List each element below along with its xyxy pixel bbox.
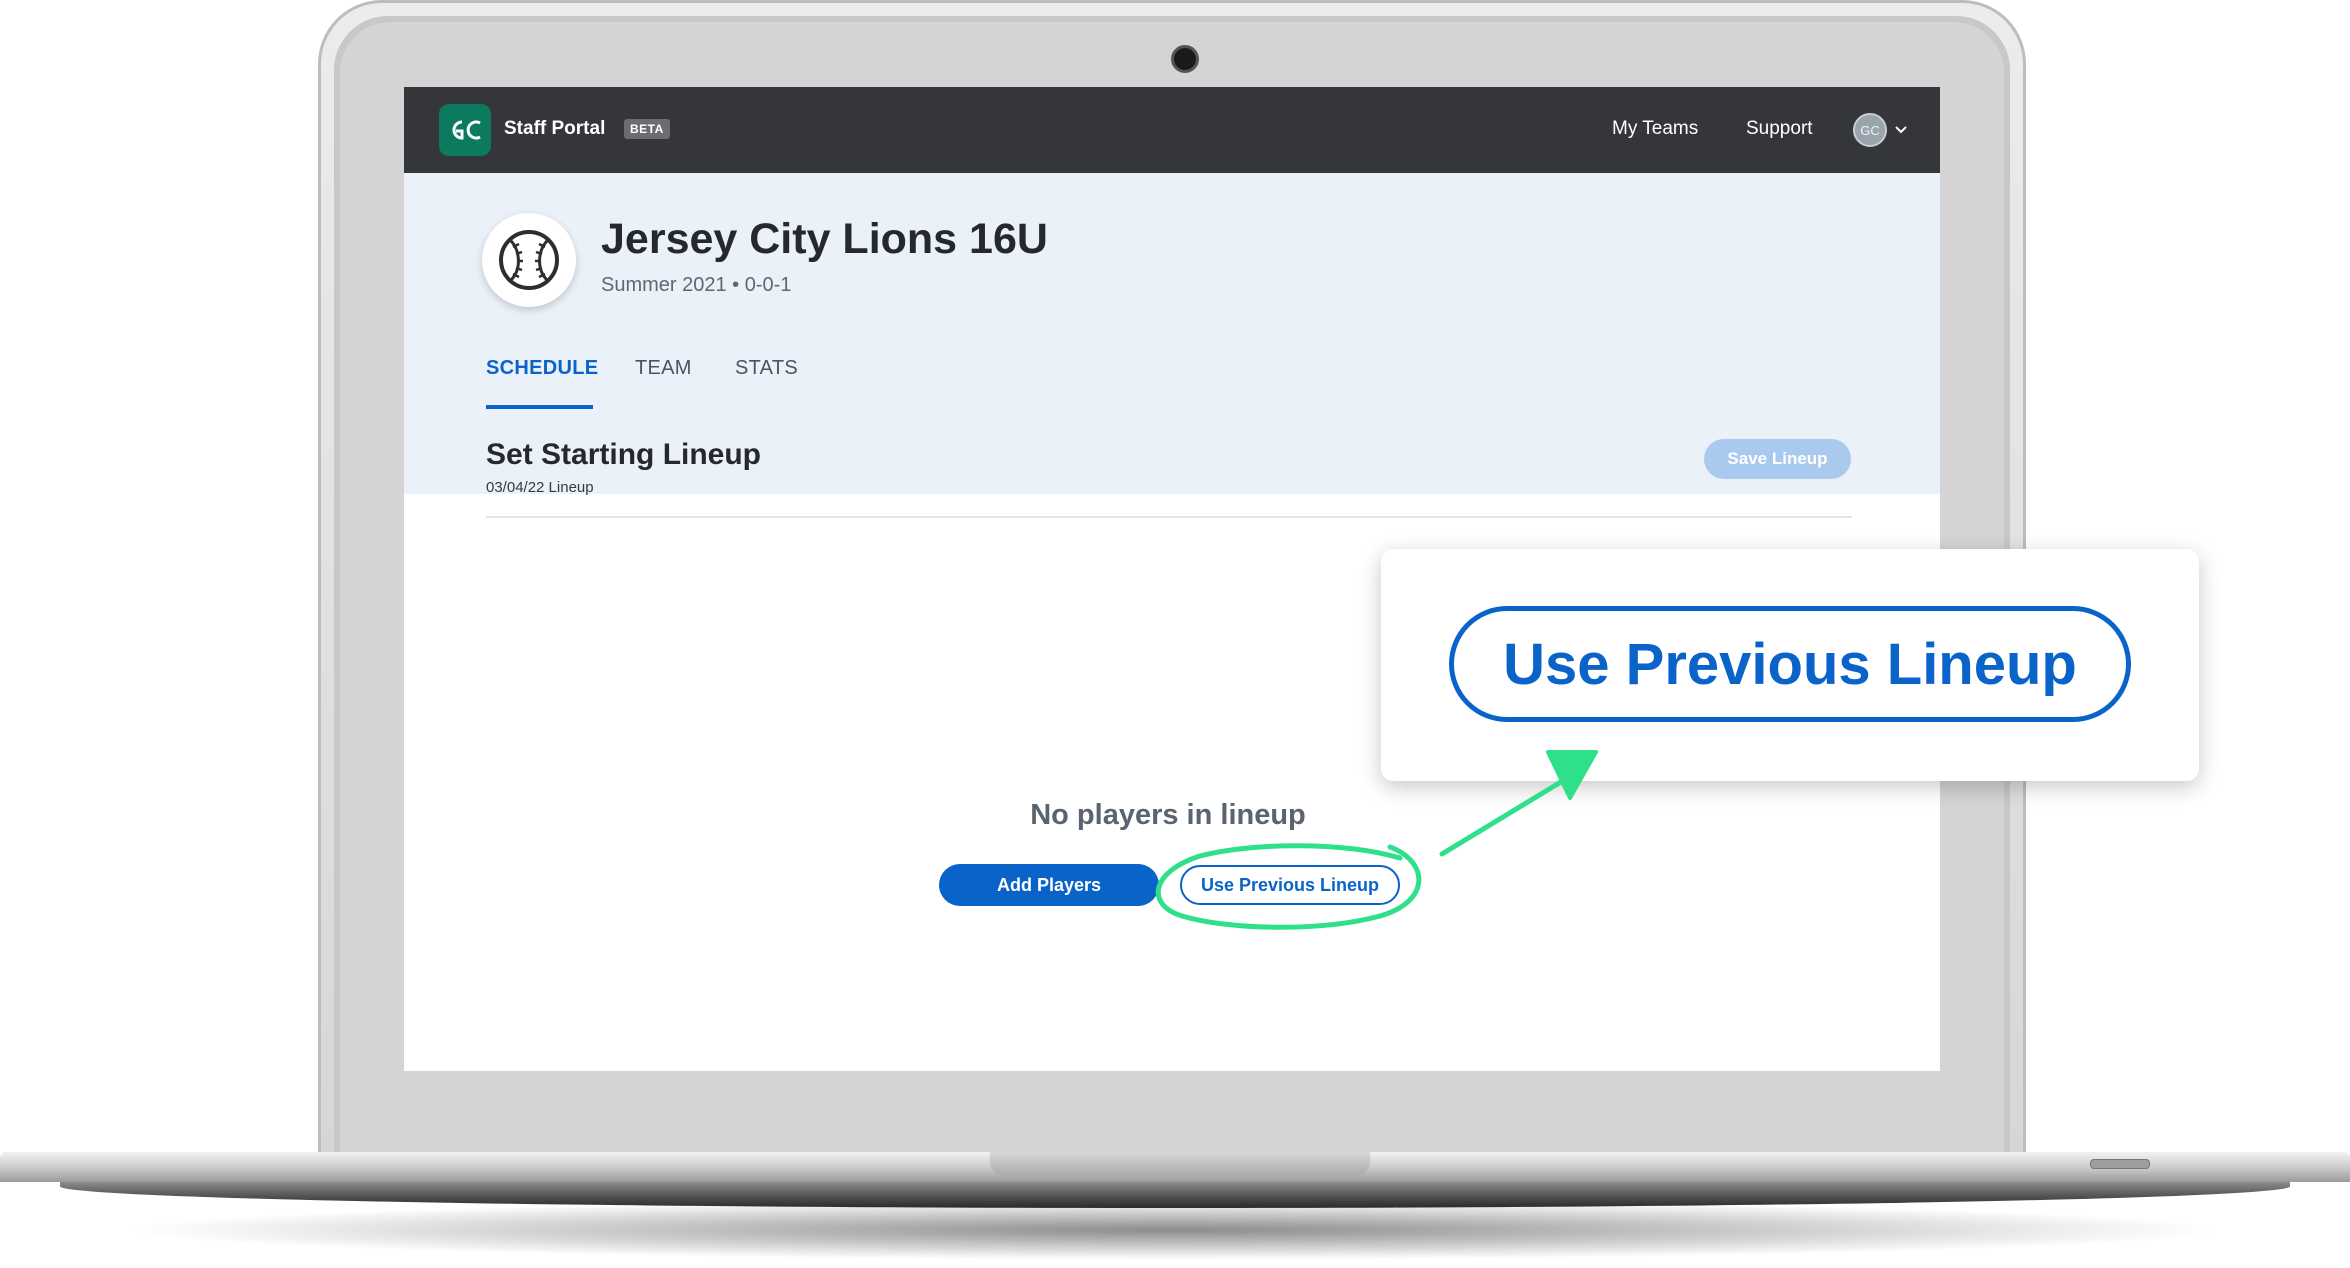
avatar[interactable]: GC xyxy=(1853,113,1887,147)
section-title: Set Starting Lineup xyxy=(486,438,762,471)
team-logo xyxy=(482,213,576,307)
gc-logo-icon xyxy=(452,120,481,140)
brand-name: Staff Portal xyxy=(504,118,606,139)
tab-team[interactable]: TEAM xyxy=(635,357,692,380)
divider xyxy=(486,516,1852,518)
active-tab-indicator xyxy=(486,405,593,409)
gc-logo[interactable] xyxy=(439,104,491,156)
laptop-shadow xyxy=(120,1200,2230,1260)
nav-link-my-teams[interactable]: My Teams xyxy=(1612,118,1698,140)
baseball-icon xyxy=(499,230,559,290)
callout-use-previous-lineup-button: Use Previous Lineup xyxy=(1449,606,2131,722)
nav-link-support[interactable]: Support xyxy=(1746,118,1813,140)
tab-stats[interactable]: STATS xyxy=(735,357,798,380)
team-name: Jersey City Lions 16U xyxy=(601,215,1048,263)
lineup-date: 03/04/22 Lineup xyxy=(486,479,594,496)
tab-schedule[interactable]: SCHEDULE xyxy=(486,357,598,380)
save-lineup-button[interactable]: Save Lineup xyxy=(1704,439,1851,479)
laptop-indicator-light xyxy=(2090,1159,2150,1169)
add-players-button[interactable]: Add Players xyxy=(939,864,1159,906)
use-previous-lineup-button[interactable]: Use Previous Lineup xyxy=(1180,865,1400,905)
camera-icon xyxy=(1171,45,1199,73)
empty-state-title: No players in lineup xyxy=(1030,799,1306,831)
chevron-down-icon[interactable] xyxy=(1894,123,1908,137)
beta-badge: BETA xyxy=(624,119,670,139)
top-nav: Staff Portal BETA My Teams Support GC xyxy=(404,87,1940,173)
laptop-hinge-notch xyxy=(990,1152,1370,1176)
team-subtitle: Summer 2021 • 0-0-1 xyxy=(601,274,792,296)
